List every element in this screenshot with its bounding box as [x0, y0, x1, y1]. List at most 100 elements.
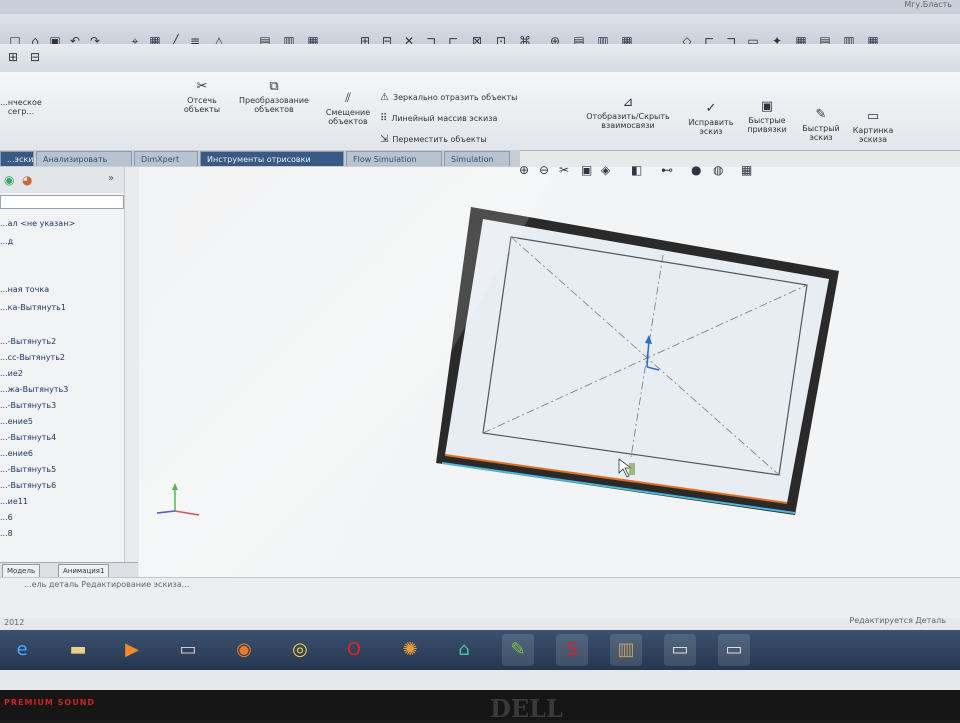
- panel-header: ◉ ◕ »: [0, 167, 124, 193]
- tree-filter-input[interactable]: [0, 195, 124, 209]
- quick-access-toolbar: □ ⌂ ▣ ↶ ↷ ⌖ ▦ ╱ ≡ △ ▤ ▥ ▦ ⊞ ⊟ ✕ ⊐ ⊏ ⊠ ⊡ …: [0, 14, 960, 48]
- tree-item[interactable]: ...-Вытянуть4: [0, 433, 56, 442]
- tab-label: ...эскиз: [7, 155, 38, 164]
- graphics-area[interactable]: [139, 167, 960, 577]
- feature-manager-panel: ◉ ◕ » ...ал <не указан> ...д ...ная точк…: [0, 167, 139, 578]
- tab-simulation[interactable]: Simulation: [444, 151, 510, 166]
- sketch-picture-label: Картинка эскиза: [852, 126, 894, 144]
- offset-entities-button[interactable]: ⫽ Смещение объектов: [320, 91, 376, 127]
- tree-item[interactable]: ...ная точка: [0, 285, 49, 294]
- command-tabs: ...эскиз Анализировать DimXpert Инструме…: [0, 150, 520, 167]
- transform-entities-button[interactable]: ⧉ Преобразование объектов: [230, 79, 318, 115]
- hide-show-icon[interactable]: ⊷: [661, 163, 673, 177]
- quick-snaps-button[interactable]: ▣ Быстрые привязки: [740, 100, 794, 135]
- expand-icon[interactable]: »: [108, 173, 114, 184]
- view-settings-icon[interactable]: ▦: [741, 163, 752, 177]
- picture-icon: ▭: [866, 109, 880, 124]
- transform-icon: ⧉: [269, 79, 279, 94]
- tree-item[interactable]: ...ение6: [0, 449, 33, 458]
- opera-icon[interactable]: O: [338, 634, 370, 666]
- tree-item[interactable]: ...6: [0, 513, 13, 522]
- secondary-toolbar: ⊞ ⊟: [0, 44, 960, 73]
- status-text: ...ель деталь Редактирование эскиза...: [24, 580, 190, 589]
- window2-icon[interactable]: ▭: [718, 634, 750, 666]
- tree-item[interactable]: ...жа-Вытянуть3: [0, 385, 68, 394]
- tree-item[interactable]: ...ие11: [0, 497, 28, 506]
- tab-analyze[interactable]: Анализировать: [36, 151, 132, 166]
- appearance-icon[interactable]: ◕: [22, 173, 32, 187]
- tree-item[interactable]: ...-Вытянуть6: [0, 481, 56, 490]
- left-cut-label: ...нческое сегр...: [0, 98, 42, 116]
- repair-sketch-button[interactable]: ✓ Исправить эскиз: [682, 102, 740, 137]
- display-style-icon[interactable]: ◧: [631, 163, 642, 177]
- files-icon[interactable]: ▥: [610, 634, 642, 666]
- sketch-picture-button[interactable]: ▭ Картинка эскиза: [846, 109, 900, 145]
- folder-icon[interactable]: ▬: [62, 634, 94, 666]
- tool-a-icon[interactable]: ⊞: [6, 50, 20, 64]
- title-bar: Мгу.Бласть: [0, 0, 960, 14]
- tree-item[interactable]: ...-Вытянуть5: [0, 465, 56, 474]
- brand-label: PREMIUM SOUND: [4, 698, 96, 707]
- blender-icon[interactable]: ✺: [394, 634, 426, 666]
- solidworks-window: Мгу.Бласть □ ⌂ ▣ ↶ ↷ ⌖ ▦ ╱ ≡ △ ▤ ▥ ▦ ⊞ ⊟…: [0, 0, 960, 690]
- tree-item[interactable]: ...ка-Вытянуть1: [0, 303, 66, 312]
- linear-pattern-button[interactable]: ⠿ Линейный массив эскиза: [380, 113, 497, 124]
- tree-item[interactable]: ...сс-Вытянуть2: [0, 353, 65, 362]
- tree-item[interactable]: ...-Вытянуть3: [0, 401, 56, 410]
- mirror-entities-button[interactable]: ⚠ Зеркально отразить объекты: [380, 92, 517, 103]
- tab-dimxpert[interactable]: DimXpert: [134, 151, 198, 166]
- panel-tab-icon[interactable]: ◉: [4, 173, 14, 187]
- firefox-icon[interactable]: ◉: [228, 634, 260, 666]
- left-cut-tool[interactable]: ...нческое сегр...: [0, 98, 42, 116]
- ie-icon[interactable]: e: [6, 634, 38, 666]
- repair-label: Исправить эскиз: [688, 118, 734, 136]
- status-year: 2012: [4, 618, 25, 627]
- tab-flow-simulation[interactable]: Flow Simulation: [346, 151, 442, 166]
- offset-icon: ⫽: [345, 91, 351, 106]
- pattern-icon: ⠿: [380, 113, 388, 124]
- tab-label: Flow Simulation: [353, 155, 417, 164]
- show-hide-relations-button[interactable]: ⊿ Отобразить/Скрыть взаимосвязи: [580, 95, 676, 131]
- model-view: [139, 167, 960, 577]
- move-entities-button[interactable]: ⇲ Переместить объекты: [380, 134, 487, 145]
- view-orientation-icon[interactable]: ◈: [601, 163, 610, 177]
- window-title: Мгу.Бласть: [904, 0, 952, 9]
- chrome-icon[interactable]: ◎: [284, 634, 316, 666]
- command-manager-ribbon: ...нческое сегр... ╲ ⊙ ∿ ▤ ▭ ⌒ ⬭ A ▭ ⊖ ⌐…: [0, 72, 960, 210]
- move-icon: ⇲: [380, 134, 389, 145]
- tab-drawing-tools[interactable]: Инструменты отрисовки: [200, 151, 344, 166]
- mirror-icon: ⚠: [380, 92, 389, 103]
- tree-item[interactable]: ...ие2: [0, 369, 23, 378]
- status-editing: Редактируется Деталь: [849, 616, 946, 625]
- panel-bottom-tabs: Модель Анимация1: [0, 562, 138, 578]
- tree-item[interactable]: ...ение5: [0, 417, 33, 426]
- scene-icon[interactable]: ◍: [713, 163, 723, 177]
- tool-b-icon[interactable]: ⊟: [28, 50, 42, 64]
- paint-icon[interactable]: ✎: [502, 634, 534, 666]
- rapid-sketch-label: Быстрый эскиз: [802, 124, 840, 142]
- move-label: Переместить объекты: [392, 135, 487, 144]
- tree-item[interactable]: ...-Вытянуть2: [0, 337, 56, 346]
- relations-icon: ⊿: [622, 95, 634, 110]
- tab-sketch[interactable]: ...эскиз: [0, 151, 38, 166]
- zoom-area-icon[interactable]: ⊖: [539, 163, 549, 177]
- app-icon[interactable]: ▭: [172, 634, 204, 666]
- tab-model[interactable]: Модель: [2, 564, 41, 578]
- transform-label: Преобразование объектов: [239, 96, 309, 114]
- zoom-fit-icon[interactable]: ⊕: [519, 163, 529, 177]
- tree-item[interactable]: ...8: [0, 529, 13, 538]
- previous-view-icon[interactable]: ✂: [559, 163, 569, 177]
- tab-animation[interactable]: Анимация1: [58, 564, 110, 578]
- appearance-ball-icon[interactable]: ●: [691, 163, 701, 177]
- show-hide-label: Отобразить/Скрыть взаимосвязи: [586, 112, 670, 130]
- trim-entities-button[interactable]: ✂ Отсечь объекты: [176, 80, 228, 115]
- tree-item[interactable]: ...ал <не указан>: [0, 219, 75, 228]
- solidworks-icon[interactable]: S: [556, 634, 588, 666]
- tree-item[interactable]: ...д: [0, 237, 13, 246]
- section-view-icon[interactable]: ▣: [581, 163, 592, 177]
- tree-scrollbar[interactable]: [124, 167, 139, 577]
- home-icon[interactable]: ⌂: [448, 634, 480, 666]
- window-icon[interactable]: ▭: [664, 634, 696, 666]
- rapid-sketch-button[interactable]: ✎ Быстрый эскиз: [798, 108, 844, 143]
- media-player-icon[interactable]: ▶: [116, 634, 148, 666]
